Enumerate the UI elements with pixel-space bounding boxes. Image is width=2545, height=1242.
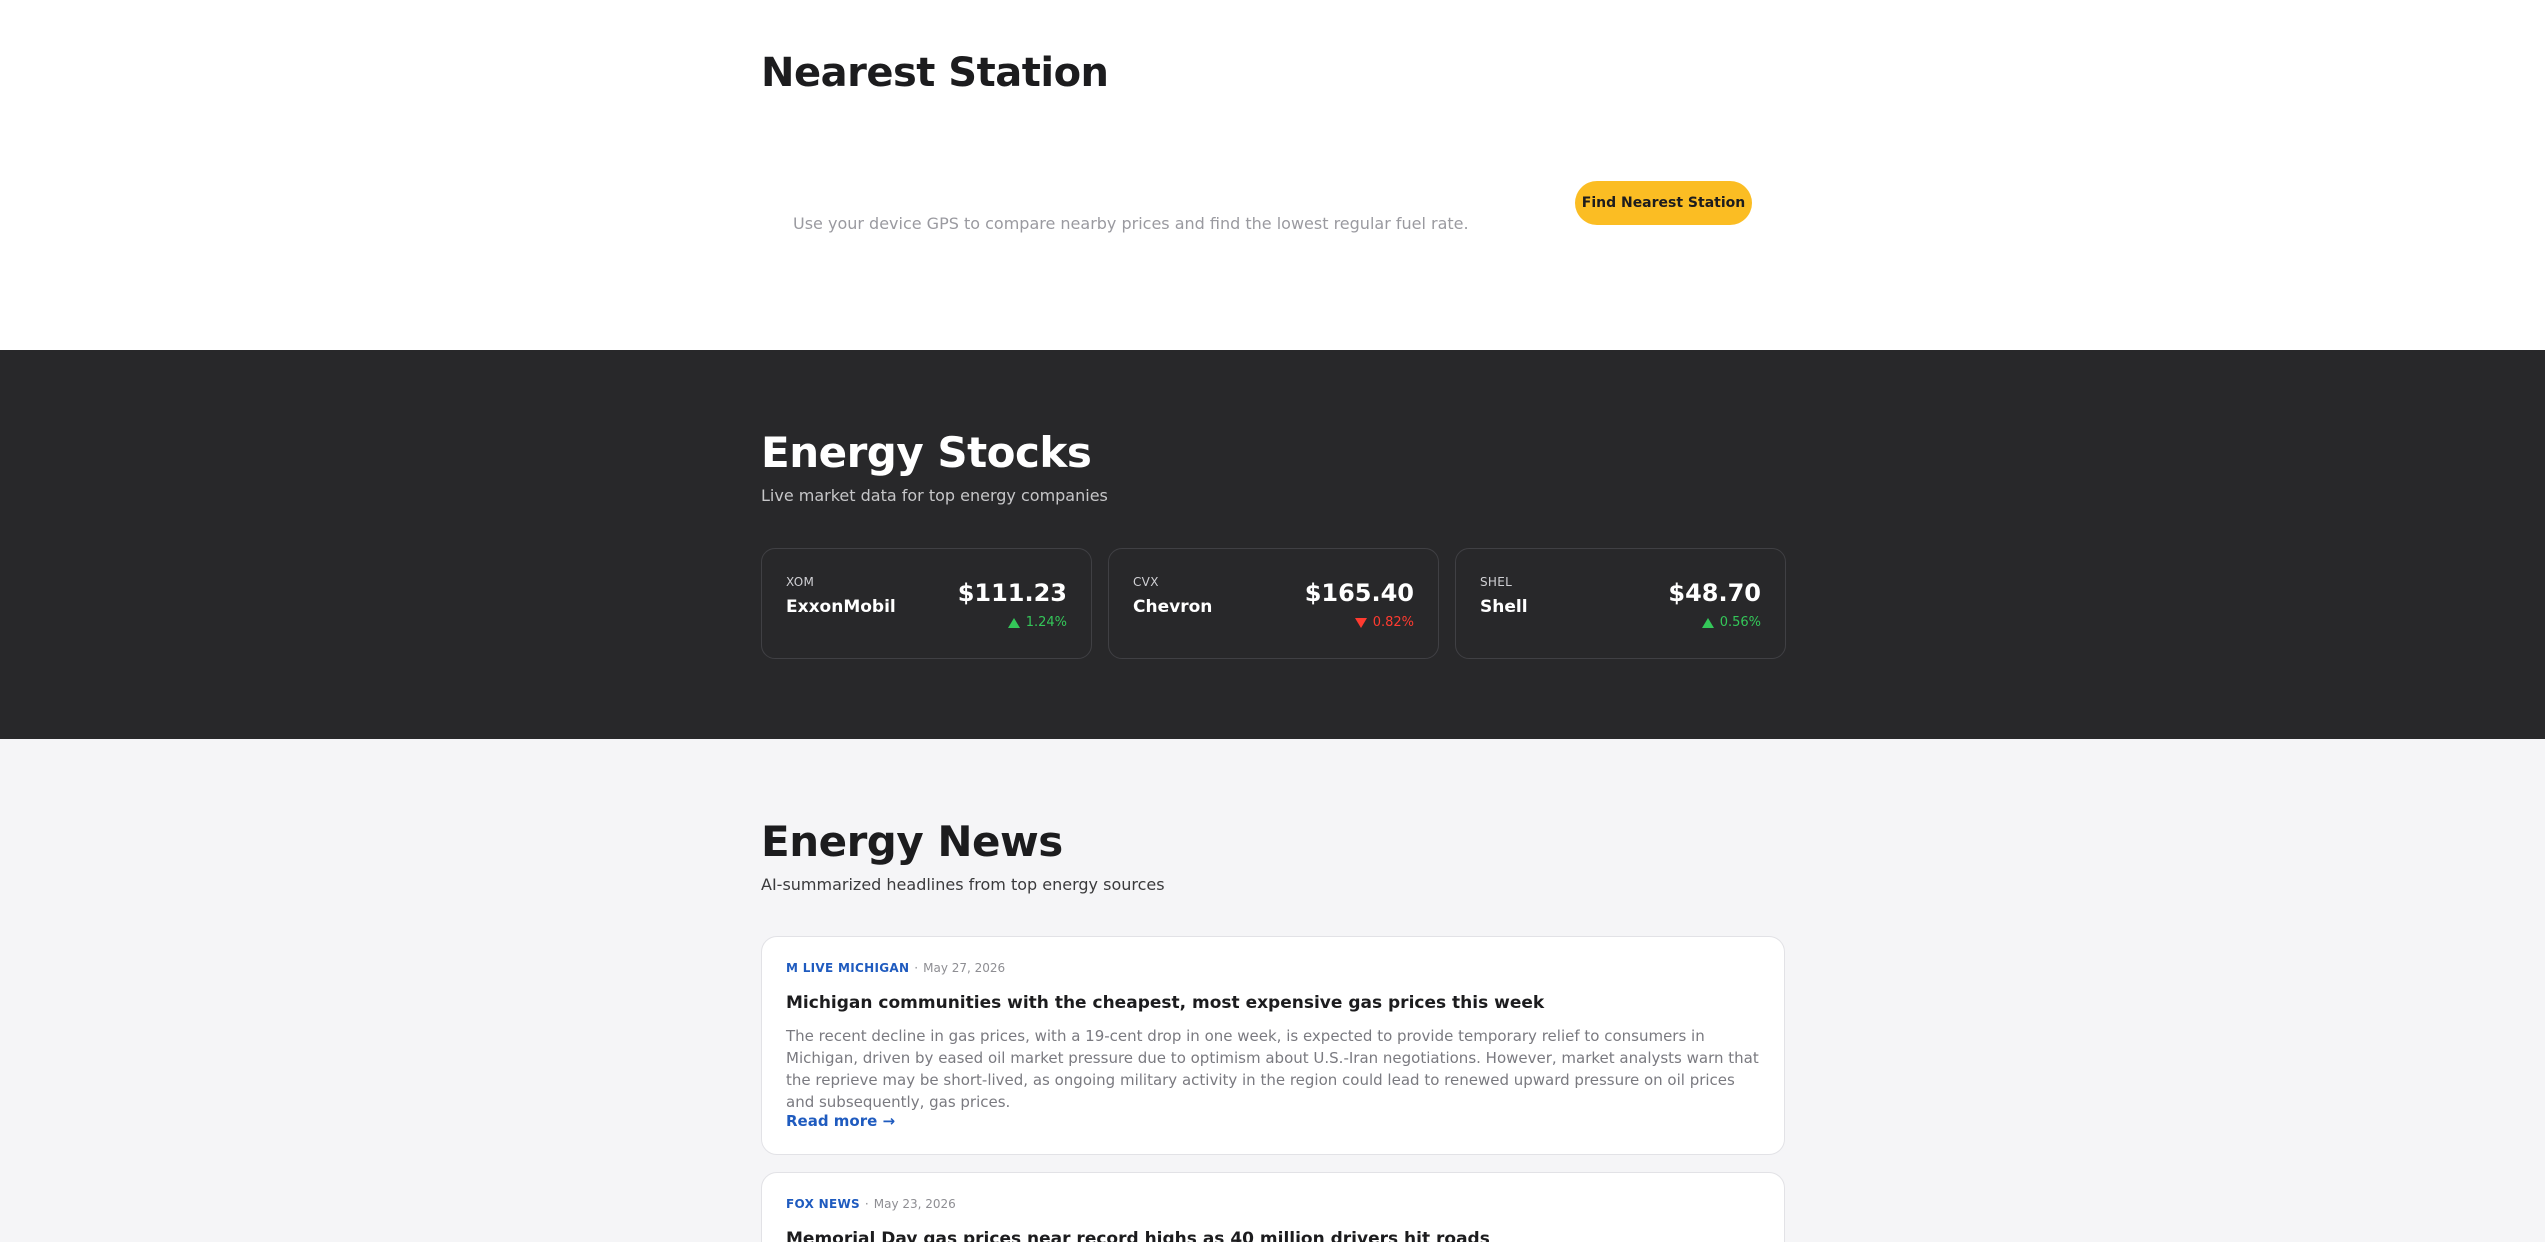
stock-card-shel[interactable]: SHEL Shell $48.70 0.56% xyxy=(1455,548,1786,659)
news-headline: Memorial Day gas prices near record high… xyxy=(786,1229,1490,1242)
meta-separator: · xyxy=(864,1197,869,1211)
find-nearest-station-button[interactable]: Find Nearest Station xyxy=(1575,181,1752,225)
stock-ticker: SHEL xyxy=(1480,575,1513,589)
news-summary: The recent decline in gas prices, with a… xyxy=(786,1027,1759,1111)
news-card: M LIVE MICHIGAN · May 27, 2026 Michigan … xyxy=(761,936,1785,1155)
news-source: FOX NEWS xyxy=(786,1197,860,1211)
news-date: May 23, 2026 xyxy=(873,1197,956,1211)
stock-name: Chevron xyxy=(1133,597,1213,617)
energy-stocks-section: Energy Stocks Live market data for top e… xyxy=(0,350,2545,739)
news-subtitle: AI-summarized headlines from top energy … xyxy=(761,875,1165,894)
stock-change: 0.82% xyxy=(1354,615,1414,630)
stocks-subtitle: Live market data for top energy companie… xyxy=(761,486,1108,505)
news-title: Energy News xyxy=(761,817,1063,866)
stock-ticker: XOM xyxy=(786,575,815,589)
news-date: May 27, 2026 xyxy=(923,961,1006,975)
triangle-down-icon xyxy=(1354,617,1367,628)
news-card: FOX NEWS · May 23, 2026 Memorial Day gas… xyxy=(761,1172,1785,1242)
news-meta: FOX NEWS · May 23, 2026 xyxy=(786,1197,956,1211)
news-source: M LIVE MICHIGAN xyxy=(786,961,910,975)
stock-card-xom[interactable]: XOM ExxonMobil $111.23 1.24% xyxy=(761,548,1092,659)
energy-news-section: Energy News AI-summarized headlines from… xyxy=(0,739,2545,1242)
stock-name: Shell xyxy=(1480,597,1528,617)
stock-change-value: 0.82% xyxy=(1372,615,1414,630)
triangle-up-icon xyxy=(1701,617,1714,628)
station-description: Use your device GPS to compare nearby pr… xyxy=(793,214,1469,233)
triangle-up-icon xyxy=(1007,617,1020,628)
stock-change: 0.56% xyxy=(1701,615,1761,630)
stock-price: $111.23 xyxy=(957,579,1067,607)
read-more-link[interactable]: Read more → xyxy=(786,1112,895,1130)
stock-price: $48.70 xyxy=(1668,579,1761,607)
stock-change-value: 0.56% xyxy=(1719,615,1761,630)
stock-card-cvx[interactable]: CVX Chevron $165.40 0.82% xyxy=(1108,548,1439,659)
news-meta: M LIVE MICHIGAN · May 27, 2026 xyxy=(786,961,1005,975)
news-headline: Michigan communities with the cheapest, … xyxy=(786,993,1545,1013)
stock-price: $165.40 xyxy=(1304,579,1414,607)
stock-ticker: CVX xyxy=(1133,575,1159,589)
stock-change: 1.24% xyxy=(1007,615,1067,630)
station-title: Nearest Station xyxy=(761,50,1109,96)
stock-name: ExxonMobil xyxy=(786,597,896,617)
stock-change-value: 1.24% xyxy=(1025,615,1067,630)
nearest-station-section: Nearest Station Use your device GPS to c… xyxy=(0,0,2545,350)
stocks-title: Energy Stocks xyxy=(761,428,1092,477)
meta-separator: · xyxy=(914,961,919,975)
